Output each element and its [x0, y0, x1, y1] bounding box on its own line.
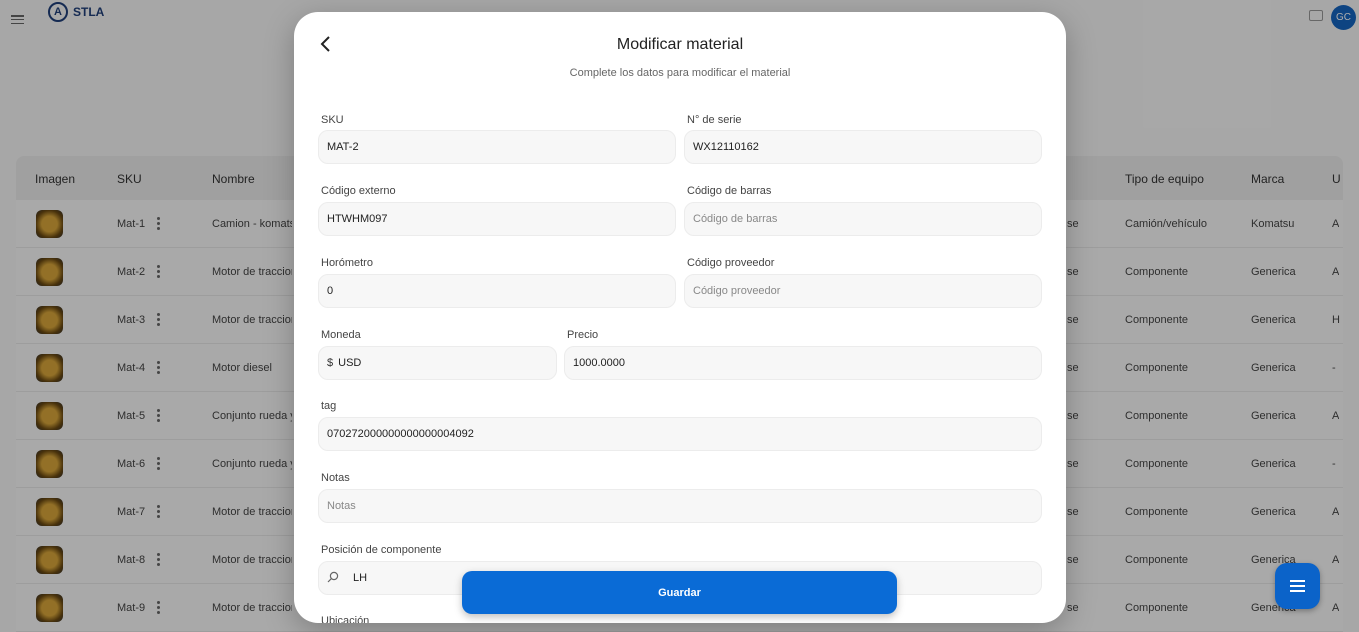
posicion-value: LH [353, 572, 368, 584]
posicion-label: Posición de componente [321, 544, 442, 556]
edit-material-modal: Modificar material Complete los datos pa… [294, 12, 1066, 623]
tag-label: tag [321, 400, 337, 412]
save-button[interactable]: Guardar [462, 571, 897, 614]
serie-label: N° de serie [687, 114, 742, 126]
notas-input[interactable] [327, 500, 1041, 512]
tag-field[interactable] [318, 417, 1042, 451]
modal-title: Modificar material [616, 36, 744, 53]
modal-subtitle: Complete los datos para modificar el mat… [569, 67, 791, 79]
floating-menu-button[interactable] [1275, 563, 1320, 609]
precio-label: Precio [567, 329, 599, 341]
codigo-externo-field[interactable] [318, 202, 676, 236]
codigo-proveedor-label: Código proveedor [687, 257, 775, 269]
moneda-select[interactable]: $ USD [318, 346, 557, 380]
serie-field[interactable] [684, 130, 1042, 164]
ubicacion-label: Ubicación [321, 615, 370, 623]
notas-label: Notas [321, 472, 350, 484]
moneda-value: USD [338, 357, 362, 369]
precio-field[interactable] [564, 346, 1042, 380]
codigo-proveedor-field[interactable] [684, 274, 1042, 308]
sku-label: SKU [321, 114, 344, 126]
codigo-externo-input[interactable] [327, 213, 675, 225]
codigo-barras-label: Código de barras [687, 185, 772, 197]
notas-field[interactable] [318, 489, 1042, 523]
horometro-field[interactable] [318, 274, 676, 308]
search-icon [327, 571, 341, 585]
codigo-proveedor-input[interactable] [693, 285, 1041, 297]
sku-input[interactable] [327, 141, 675, 153]
codigo-externo-label: Código externo [321, 185, 396, 197]
codigo-barras-input[interactable] [693, 213, 1041, 225]
horometro-input[interactable] [327, 285, 675, 297]
horometro-label: Horómetro [321, 257, 373, 269]
codigo-barras-field[interactable] [684, 202, 1042, 236]
moneda-label: Moneda [321, 329, 361, 341]
currency-prefix: $ [327, 357, 334, 369]
precio-input[interactable] [573, 357, 1041, 369]
serie-input[interactable] [693, 141, 1041, 153]
sku-field[interactable] [318, 130, 676, 164]
tag-input[interactable] [327, 428, 1041, 440]
